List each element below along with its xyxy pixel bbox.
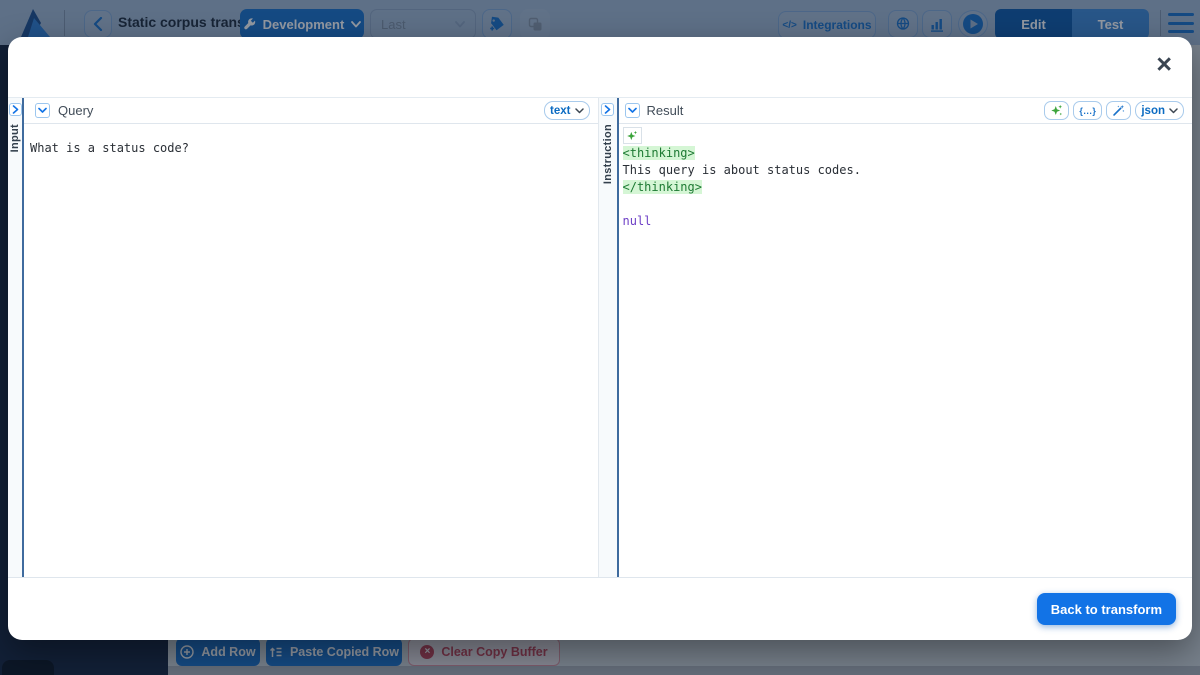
result-format-dropdown[interactable]: json [1135, 101, 1184, 120]
braces-view-button[interactable]: {...} [1073, 101, 1102, 120]
instruction-strip-label: Instruction [602, 124, 614, 184]
input-strip-label: Input [9, 124, 21, 152]
result-panel: Result {...} [619, 98, 1193, 577]
expand-input-button[interactable] [9, 103, 22, 116]
collapse-query-button[interactable] [35, 103, 50, 118]
sparkle-icon [1050, 104, 1063, 117]
result-code-line: This query is about status codes. [623, 162, 1189, 179]
query-panel-header: Query text [24, 98, 598, 124]
ai-generated-marker [623, 127, 642, 144]
result-format-value: json [1141, 105, 1165, 117]
result-panel-title: Result [647, 103, 684, 118]
braces-icon: {...} [1079, 106, 1096, 116]
magic-wand-icon [1112, 104, 1125, 117]
back-to-transform-button[interactable]: Back to transform [1037, 593, 1176, 625]
ai-sparkle-button[interactable] [1044, 101, 1069, 120]
result-code-line: </thinking> [623, 179, 1189, 196]
modal-content: Input Query text [8, 97, 1192, 578]
transform-preview-modal: × Input Query text [8, 37, 1192, 640]
result-code-line: <thinking> [623, 145, 1189, 162]
query-panel: Query text What is a status code? [24, 98, 598, 577]
expand-instruction-button[interactable] [601, 103, 614, 116]
query-panel-title: Query [58, 103, 93, 118]
app-root: Static corpus transf... Development Last [0, 0, 1200, 675]
result-content: <thinking>This query is about status cod… [619, 124, 1193, 577]
query-format-value: text [550, 105, 570, 117]
input-collapsed-panel: Input [8, 98, 24, 577]
instruction-collapsed-panel: Instruction [598, 98, 619, 577]
result-code: <thinking>This query is about status cod… [623, 145, 1189, 230]
result-code-line [623, 196, 1189, 213]
sparkle-icon [626, 130, 638, 142]
magic-wand-button[interactable] [1106, 101, 1131, 120]
result-code-line: null [623, 213, 1189, 230]
chevron-down-icon [575, 108, 584, 114]
query-content-editor[interactable]: What is a status code? [24, 124, 598, 577]
modal-footer: Back to transform [8, 579, 1192, 640]
result-panel-header: Result {...} [619, 98, 1193, 124]
query-format-dropdown[interactable]: text [544, 101, 589, 120]
close-icon[interactable]: × [1156, 51, 1172, 78]
collapse-result-button[interactable] [625, 103, 640, 118]
chevron-down-icon [1169, 108, 1178, 114]
